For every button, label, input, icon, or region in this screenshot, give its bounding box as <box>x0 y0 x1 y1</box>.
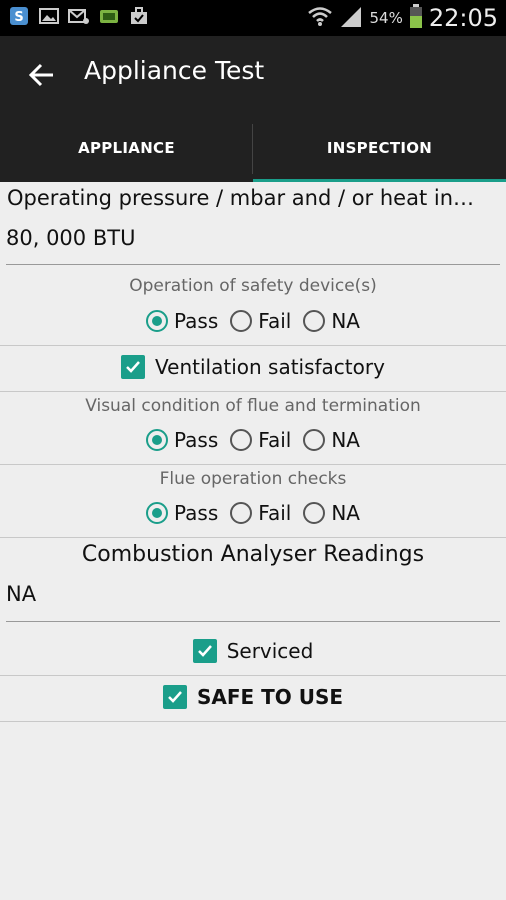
radio-unselected-icon <box>230 310 253 332</box>
radio-label: Fail <box>258 501 292 525</box>
safety-device-na-radio[interactable]: NA <box>303 309 360 333</box>
divider <box>0 345 506 346</box>
battery-percent: 54% <box>369 9 403 27</box>
page-title: Appliance Test <box>84 56 265 85</box>
checkbox-checked-icon <box>192 639 217 663</box>
divider <box>0 537 506 538</box>
radio-label: Fail <box>258 309 292 333</box>
radio-unselected-icon <box>303 429 326 451</box>
radio-label: Pass <box>174 309 219 333</box>
combustion-title: Combustion Analyser Readings <box>81 542 425 567</box>
safety-device-fail-radio[interactable]: Fail <box>230 309 291 333</box>
divider <box>0 721 506 722</box>
briefcase-check-icon <box>128 5 150 27</box>
radio-unselected-icon <box>303 310 326 332</box>
flue-operation-question: Flue operation checks <box>159 469 347 489</box>
flue-condition-fail-radio[interactable]: Fail <box>230 428 291 452</box>
divider <box>0 675 506 676</box>
pressure-label: Operating pressure / mbar and / or heat … <box>7 186 475 210</box>
ventilation-label: Ventilation satisfactory <box>155 355 385 379</box>
radio-label: NA <box>331 309 360 333</box>
safety-device-question: Operation of safety device(s) <box>129 276 377 296</box>
pressure-input[interactable]: 80, 000 BTU <box>6 226 135 250</box>
status-bar: S 54% 22:05 <box>0 0 506 36</box>
back-arrow-icon[interactable] <box>24 58 58 92</box>
checkbox-checked-icon <box>121 355 146 379</box>
radio-unselected-icon <box>230 502 253 524</box>
wifi-icon <box>307 5 333 31</box>
tab-inspection[interactable]: INSPECTION <box>253 114 506 182</box>
serviced-checkbox[interactable]: Serviced <box>0 639 506 663</box>
pressure-input-underline <box>6 264 500 265</box>
radio-selected-icon <box>146 310 169 332</box>
radio-label: NA <box>331 428 360 452</box>
flue-condition-radio-group: Pass Fail NA <box>0 428 506 452</box>
svg-text:S: S <box>14 10 23 25</box>
tab-divider <box>252 124 253 174</box>
radio-selected-icon <box>146 429 169 451</box>
android-debug-icon <box>98 5 120 27</box>
app-toolbar: Appliance Test <box>0 36 506 114</box>
safety-device-pass-radio[interactable]: Pass <box>146 309 218 333</box>
notification-icons: S <box>8 5 150 27</box>
s-app-icon: S <box>8 5 30 27</box>
flue-condition-pass-radio[interactable]: Pass <box>146 428 218 452</box>
safe-to-use-label: SAFE TO USE <box>196 685 344 709</box>
tab-appliance[interactable]: APPLIANCE <box>0 114 253 182</box>
checkbox-checked-icon <box>162 685 187 709</box>
clock: 22:05 <box>428 4 498 32</box>
safe-to-use-checkbox[interactable]: SAFE TO USE <box>0 685 506 709</box>
signal-icon <box>339 5 363 31</box>
radio-label: Pass <box>174 501 219 525</box>
flue-condition-na-radio[interactable]: NA <box>303 428 360 452</box>
flue-condition-question: Visual condition of flue and termination <box>85 396 421 416</box>
divider <box>0 391 506 392</box>
radio-label: Fail <box>258 428 292 452</box>
flue-operation-radio-group: Pass Fail NA <box>0 501 506 525</box>
email-icon <box>68 5 90 27</box>
safety-device-radio-group: Pass Fail NA <box>0 309 506 333</box>
flue-operation-na-radio[interactable]: NA <box>303 501 360 525</box>
radio-unselected-icon <box>230 429 253 451</box>
battery-icon <box>409 3 423 33</box>
gallery-icon <box>38 5 60 27</box>
flue-operation-fail-radio[interactable]: Fail <box>230 501 291 525</box>
combustion-input[interactable]: NA <box>6 582 36 606</box>
serviced-label: Serviced <box>226 639 314 663</box>
ventilation-checkbox[interactable]: Ventilation satisfactory <box>0 355 506 379</box>
flue-operation-pass-radio[interactable]: Pass <box>146 501 218 525</box>
radio-selected-icon <box>146 502 169 524</box>
radio-unselected-icon <box>303 502 326 524</box>
combustion-input-underline <box>6 621 500 622</box>
tab-bar: APPLIANCE INSPECTION <box>0 114 506 182</box>
radio-label: Pass <box>174 428 219 452</box>
divider <box>0 464 506 465</box>
radio-label: NA <box>331 501 360 525</box>
